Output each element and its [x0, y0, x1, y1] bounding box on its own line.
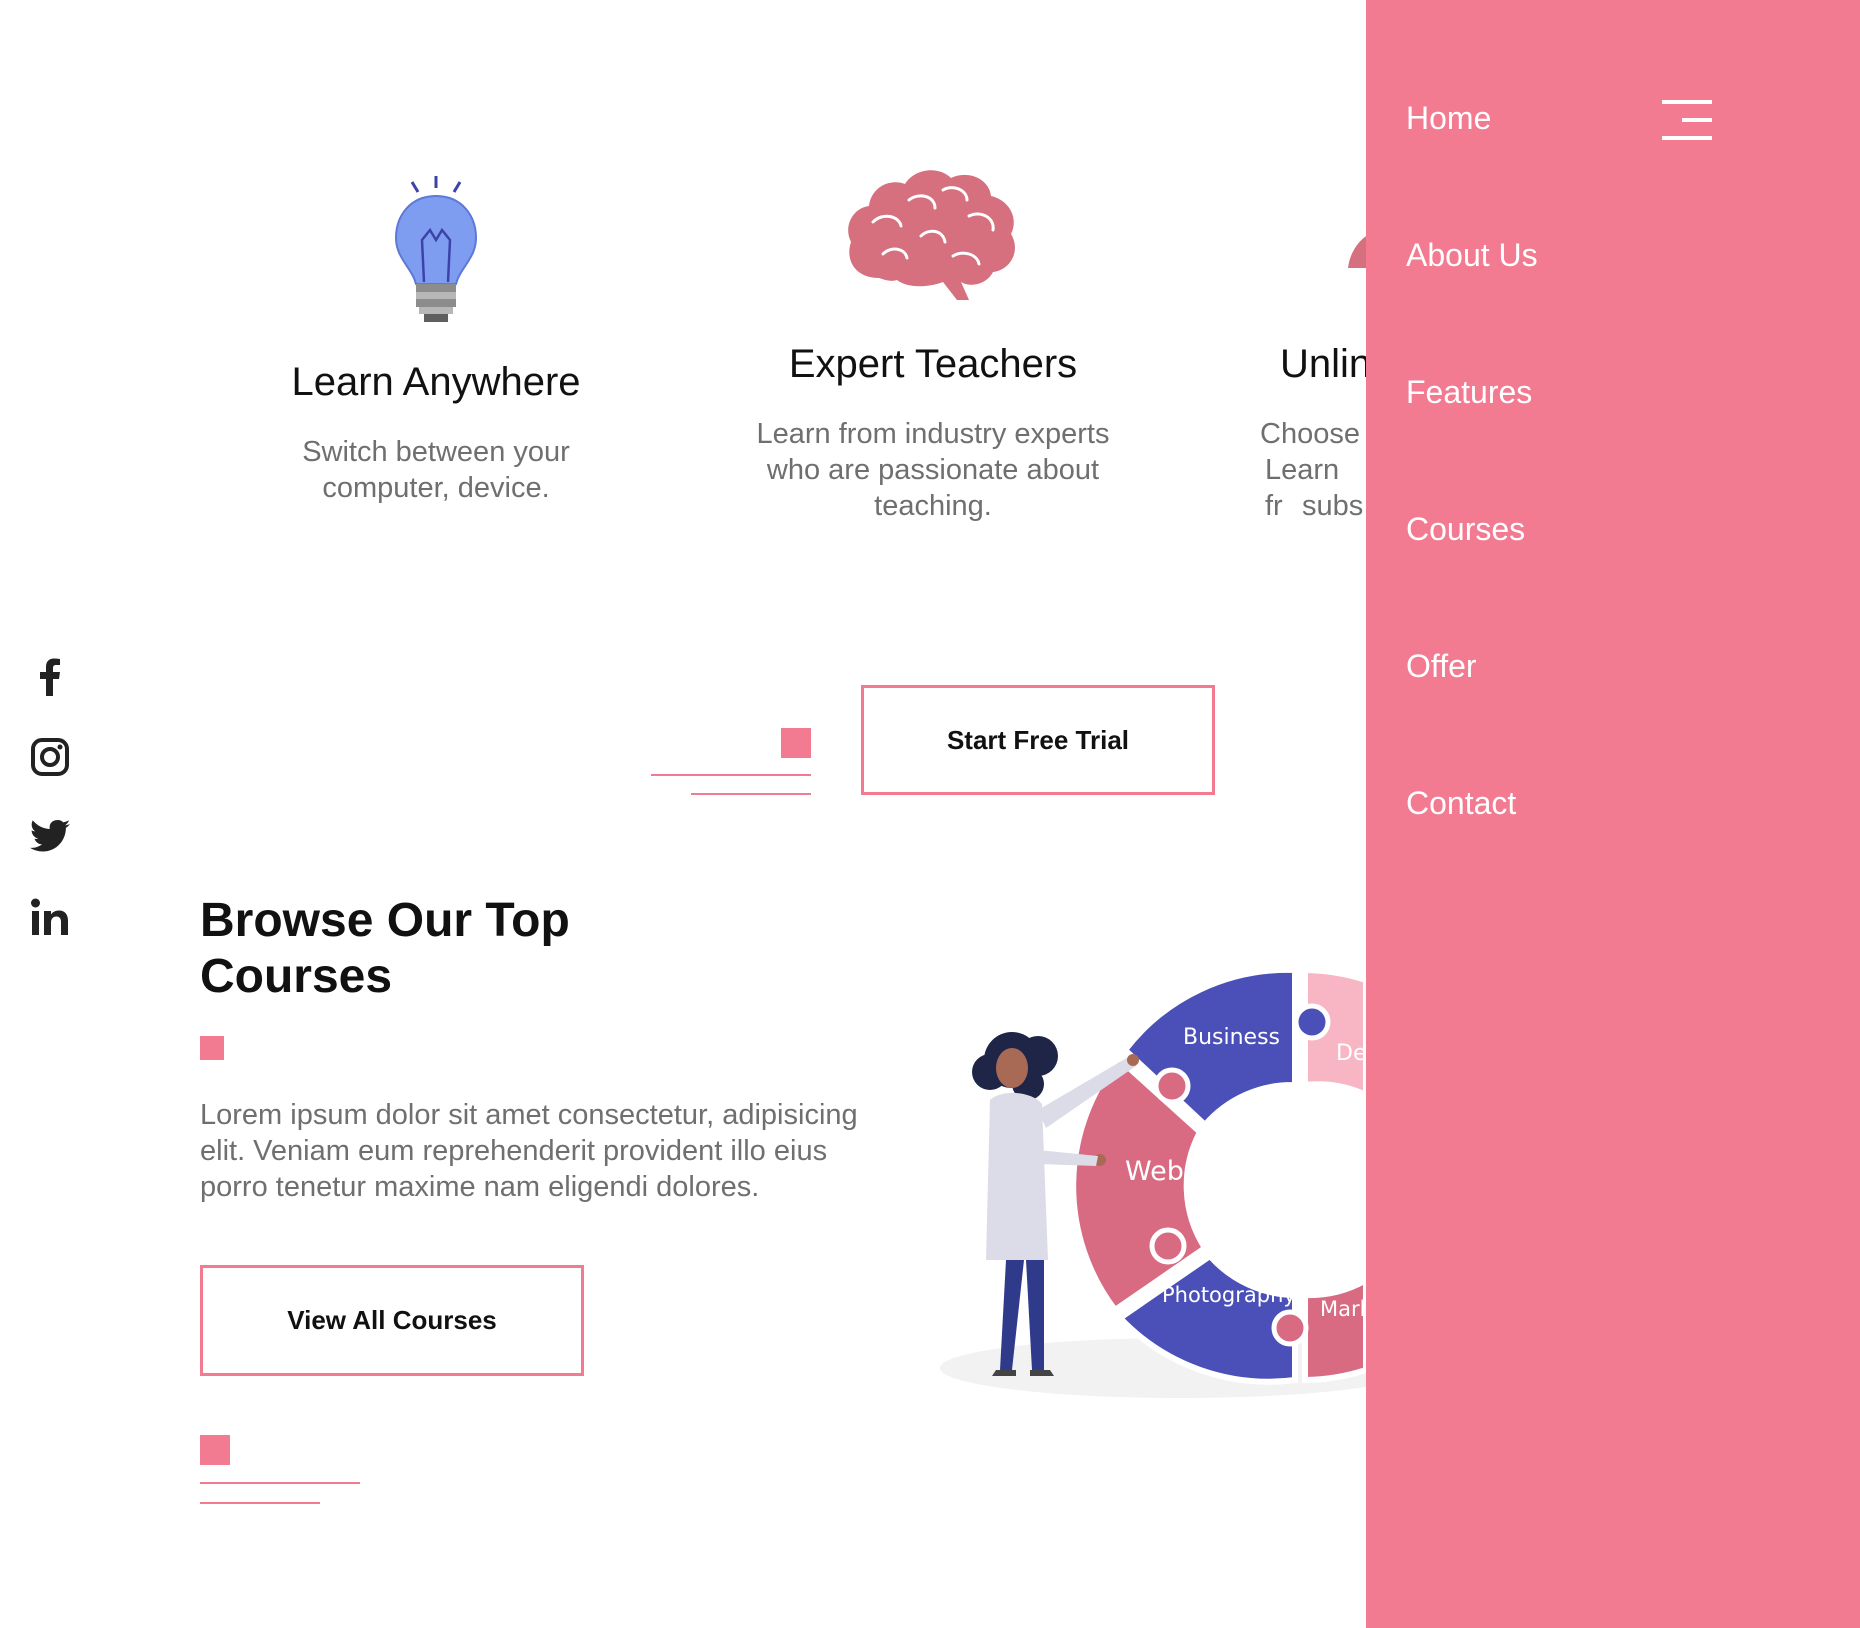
courses-heading-line: Browse Our Top	[200, 894, 570, 947]
menu-item-about-us[interactable]: About Us	[1406, 237, 1538, 274]
feature-description: Switch between your computer, device.	[302, 436, 570, 504]
segment-label: Web	[1125, 1156, 1184, 1187]
feature-description-line: Choose	[1260, 418, 1360, 450]
feature-title: Unlin	[1280, 342, 1372, 386]
view-all-courses-button[interactable]: View All Courses	[200, 1265, 584, 1376]
linkedin-icon[interactable]	[28, 895, 72, 939]
menu-item-courses[interactable]: Courses	[1406, 511, 1525, 548]
decor-square	[200, 1036, 224, 1060]
menu-item-contact[interactable]: Contact	[1406, 785, 1516, 822]
decor-line	[691, 793, 811, 795]
hamburger-menu-icon[interactable]	[1662, 98, 1716, 142]
feature-description: Learn from industry experts who are pass…	[756, 418, 1110, 522]
instagram-icon[interactable]	[28, 735, 72, 779]
start-free-trial-button[interactable]: Start Free Trial	[861, 685, 1215, 795]
courses-heading: Browse Our Top Courses	[200, 893, 760, 1005]
courses-heading-line: Courses	[200, 950, 393, 1003]
decor-line	[651, 774, 811, 776]
menu-item-home[interactable]: Home	[1406, 100, 1491, 137]
decor-line	[200, 1502, 320, 1504]
menu-item-offer[interactable]: Offer	[1406, 648, 1477, 685]
segment-label: De	[1336, 1041, 1366, 1066]
courses-description: Lorem ipsum dolor sit amet consectetur, …	[200, 1099, 858, 1203]
feature-title: Expert Teachers	[788, 342, 1078, 386]
twitter-icon[interactable]	[28, 815, 72, 859]
side-menu: Home About Us Features Courses Offer Con…	[1366, 0, 1860, 1628]
decor-square	[781, 728, 811, 758]
decor-line	[200, 1482, 360, 1484]
segment-label: Business	[1183, 1025, 1280, 1050]
segment-label: Mark	[1320, 1297, 1366, 1321]
brain-icon	[848, 170, 1015, 300]
feature-title: Learn Anywhere	[291, 360, 581, 404]
segment-label: Photography	[1162, 1283, 1296, 1307]
lightbulb-icon	[394, 176, 478, 322]
menu-item-features[interactable]: Features	[1406, 374, 1532, 411]
courses-puzzle-illustration: Business De Web Photography Mark	[940, 966, 1366, 1398]
feature-description-line: subs	[1302, 490, 1364, 522]
decor-square	[200, 1435, 230, 1465]
facebook-icon[interactable]	[28, 655, 72, 699]
